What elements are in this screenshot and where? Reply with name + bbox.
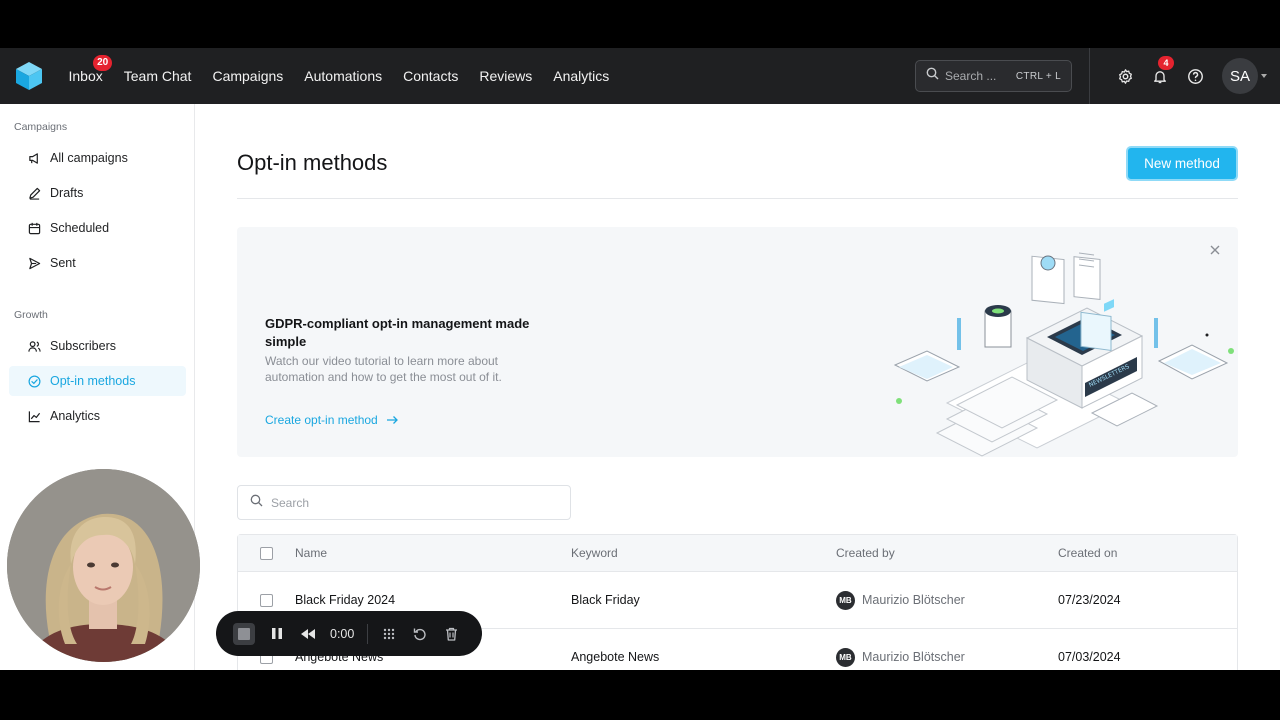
sidebar-item-label: Scheduled [50, 221, 110, 235]
nav-team-chat[interactable]: Team Chat [113, 48, 202, 104]
sidebar-section-growth: Growth [14, 309, 48, 321]
info-banner: GDPR-compliant opt-in management made si… [237, 227, 1238, 457]
create-opt-in-link[interactable]: Create opt-in method [265, 413, 399, 427]
search-icon [926, 67, 939, 85]
avatar: MB [836, 647, 855, 667]
column-header-name[interactable]: Name [295, 546, 327, 560]
column-header-created-by[interactable]: Created by [836, 546, 895, 560]
page-title: Opt-in methods [237, 150, 388, 175]
row-created-by: MB Maurizio Blötscher [836, 647, 965, 667]
global-search[interactable]: Search ... CTRL + L [915, 60, 1072, 92]
nav-inbox[interactable]: Inbox 20 [58, 48, 113, 104]
sidebar-item-label: Sent [50, 256, 76, 270]
sidebar-item-analytics[interactable]: Analytics [9, 401, 186, 431]
global-search-placeholder: Search ... [945, 69, 997, 83]
app-frame: Inbox 20 Team Chat Campaigns Automations… [0, 48, 1280, 670]
notifications-badge: 4 [1158, 56, 1174, 70]
nav-reviews-label: Reviews [479, 68, 533, 84]
users-icon [27, 339, 41, 353]
avatar: MB [836, 590, 855, 610]
sidebar-item-all-campaigns[interactable]: All campaigns [9, 143, 186, 173]
sidebar-item-subscribers[interactable]: Subscribers [9, 331, 186, 361]
user-avatar[interactable]: SA [1222, 58, 1258, 94]
chart-line-icon [27, 409, 41, 423]
nav-contacts-label: Contacts [403, 68, 459, 84]
row-keyword: Black Friday [571, 593, 640, 607]
sidebar-item-sent[interactable]: Sent [9, 248, 186, 278]
pause-icon[interactable] [268, 625, 286, 643]
sidebar-item-label: All campaigns [50, 151, 128, 165]
app-logo-icon[interactable] [14, 60, 44, 92]
nav-automations-label: Automations [304, 68, 383, 84]
select-all-checkbox[interactable] [260, 546, 273, 560]
avatar-initials: SA [1229, 67, 1250, 85]
nav-contacts[interactable]: Contacts [393, 48, 469, 104]
gear-icon[interactable] [1114, 65, 1136, 87]
grip-icon[interactable] [380, 625, 398, 643]
banner-title: GDPR-compliant opt-in management made si… [265, 316, 530, 349]
newsletter-illustration: NEWSLETTERS [887, 233, 1237, 457]
search-shortcut: CTRL + L [1015, 70, 1061, 82]
pencil-icon [27, 186, 41, 200]
create-opt-in-link-label: Create opt-in method [265, 413, 378, 427]
webcam-bubble[interactable] [7, 469, 200, 662]
header-divider [237, 198, 1238, 199]
chevron-down-icon[interactable] [1261, 74, 1267, 78]
sidebar-item-label: Opt-in methods [50, 374, 136, 388]
main-nav: Inbox 20 Team Chat Campaigns Automations… [58, 48, 620, 104]
search-placeholder: Search [271, 495, 310, 510]
rewind-icon[interactable] [299, 625, 317, 643]
recording-toolbar: 0:00 [216, 611, 482, 656]
row-name[interactable]: Black Friday 2024 [295, 593, 395, 607]
toolbar-divider [367, 623, 369, 644]
sidebar-item-scheduled[interactable]: Scheduled [9, 213, 186, 243]
arrow-right-icon [386, 415, 399, 425]
sidebar-section-campaigns: Campaigns [14, 121, 68, 133]
sidebar-item-drafts[interactable]: Drafts [9, 178, 186, 208]
column-header-keyword[interactable]: Keyword [571, 546, 618, 560]
send-icon [27, 256, 41, 270]
sidebar-item-opt-in-methods[interactable]: Opt-in methods [9, 366, 186, 396]
creator-name: Maurizio Blötscher [862, 593, 965, 607]
calendar-icon [27, 221, 41, 235]
search-input[interactable]: Search [237, 485, 571, 520]
nav-team-chat-label: Team Chat [123, 68, 192, 84]
sidebar-item-label: Drafts [50, 186, 84, 200]
trash-icon[interactable] [442, 625, 460, 643]
banner-description: Watch our video tutorial to learn more a… [265, 354, 502, 384]
help-icon[interactable] [1184, 65, 1206, 87]
main-content: Opt-in methods New method GDPR-compliant… [237, 104, 1238, 670]
row-checkbox[interactable] [260, 593, 273, 607]
megaphone-icon [27, 151, 41, 165]
nav-campaigns-label: Campaigns [212, 68, 284, 84]
table-header: Name Keyword Created by Created on [238, 535, 1237, 572]
nav-analytics-label: Analytics [553, 68, 610, 84]
row-created-on: 07/03/2024 [1058, 650, 1121, 664]
nav-analytics[interactable]: Analytics [543, 48, 620, 104]
nav-campaigns[interactable]: Campaigns [202, 48, 294, 104]
inbox-badge: 20 [93, 55, 113, 71]
new-method-button[interactable]: New method [1126, 146, 1238, 181]
sidebar-item-label: Analytics [50, 409, 101, 423]
opt-in-icon [27, 374, 41, 388]
row-created-on: 07/23/2024 [1058, 593, 1121, 607]
restart-icon[interactable] [411, 625, 429, 643]
top-navbar: Inbox 20 Team Chat Campaigns Automations… [0, 48, 1280, 104]
sidebar-item-label: Subscribers [50, 339, 116, 353]
nav-divider [1089, 48, 1090, 104]
column-header-created-on[interactable]: Created on [1058, 546, 1117, 560]
row-keyword: Angebote News [571, 650, 660, 664]
row-created-by: MB Maurizio Blötscher [836, 590, 965, 610]
stop-icon[interactable] [233, 622, 255, 645]
nav-automations[interactable]: Automations [294, 48, 393, 104]
search-icon [250, 494, 263, 512]
creator-name: Maurizio Blötscher [862, 650, 965, 664]
nav-reviews[interactable]: Reviews [469, 48, 543, 104]
recording-timer: 0:00 [330, 626, 355, 641]
